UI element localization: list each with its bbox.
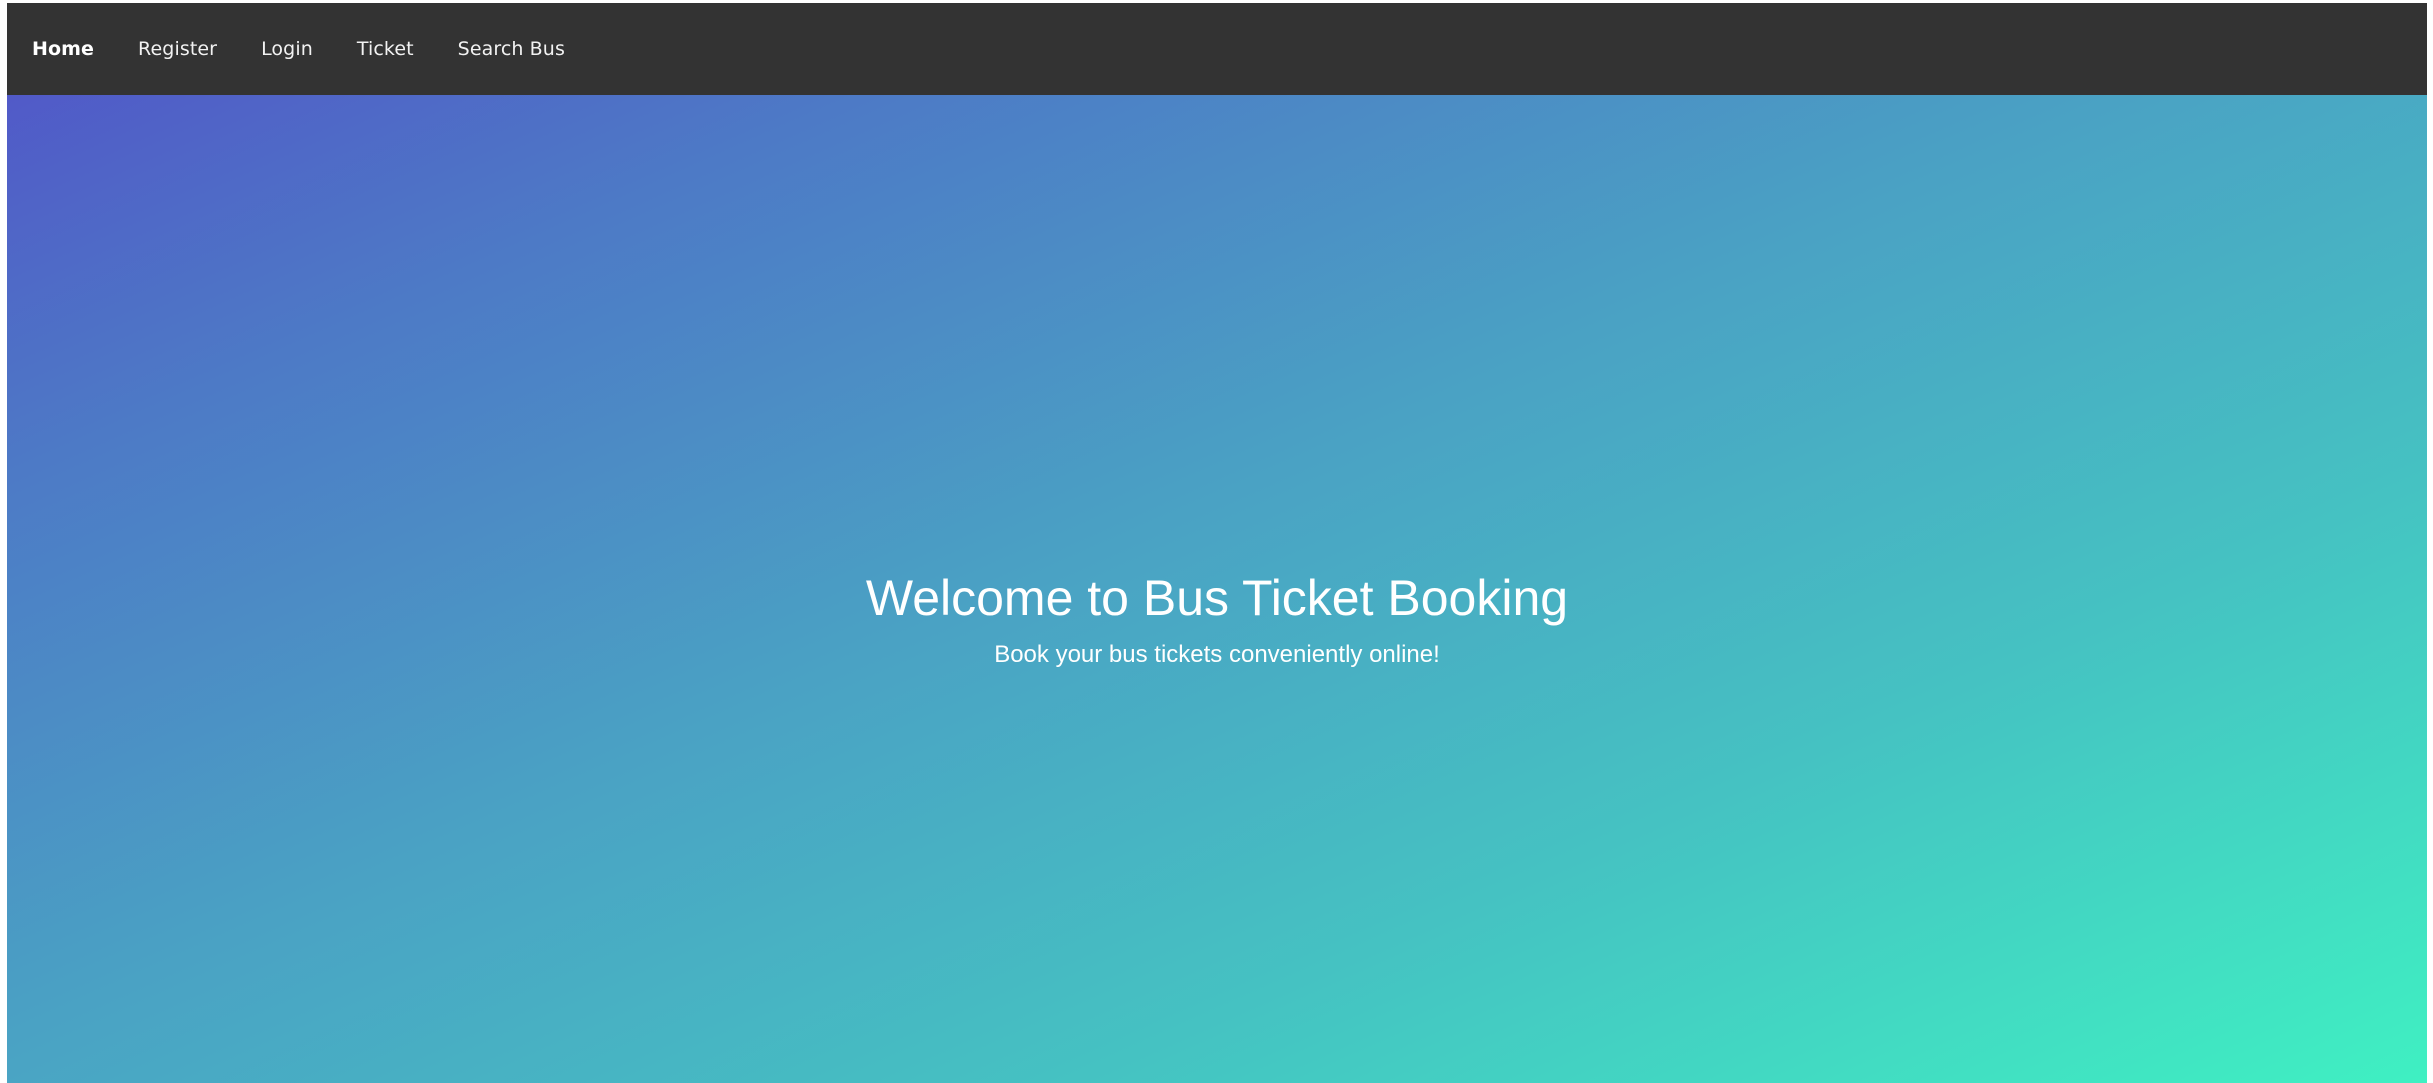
- hero-section: Welcome to Bus Ticket Booking Book your …: [7, 95, 2427, 1083]
- nav-link-ticket[interactable]: Ticket: [357, 38, 414, 60]
- hero-subtitle: Book your bus tickets conveniently onlin…: [994, 641, 1440, 668]
- nav-link-register[interactable]: Register: [138, 38, 217, 60]
- nav-link-search-bus[interactable]: Search Bus: [458, 38, 565, 60]
- browser-viewport: Home Register Login Ticket Search Bus We…: [0, 0, 2433, 1083]
- home-page: Home Register Login Ticket Search Bus We…: [7, 3, 2427, 1083]
- hero-title: Welcome to Bus Ticket Booking: [865, 570, 1569, 626]
- top-navbar: Home Register Login Ticket Search Bus: [7, 3, 2427, 95]
- nav-link-login[interactable]: Login: [261, 38, 313, 60]
- nav-link-home[interactable]: Home: [32, 38, 94, 60]
